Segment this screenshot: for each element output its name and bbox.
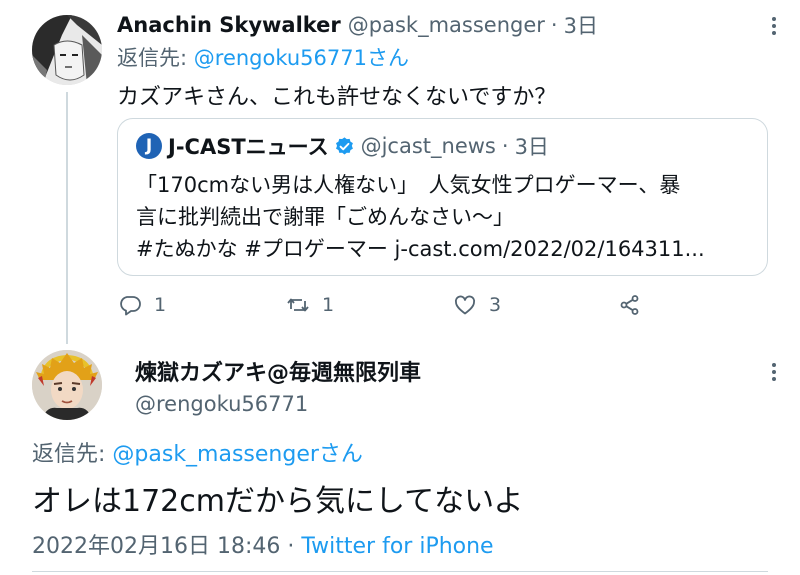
reply-icon xyxy=(120,296,141,316)
tweet-text: カズアキさん、これも許せなくないですか？ xyxy=(117,85,557,110)
like-count: 3 xyxy=(489,294,502,316)
replying-to-link[interactable]: @rengoku56771さん xyxy=(194,46,409,70)
replying-to: 返信先: @pask_massengerさん xyxy=(32,436,363,468)
author-name[interactable]: Anachin Skywalker xyxy=(117,13,341,37)
tweet-time[interactable]: 3日 xyxy=(564,10,598,40)
quote-tweet-card[interactable]: J J-CASTニュース @jcast_news · 3日 「170cmない男は… xyxy=(117,118,768,276)
quote-text-line: 「170cmない男は人権ない」 人気女性プロゲーマー、暴 xyxy=(136,173,681,197)
quote-header: J J-CASTニュース @jcast_news · 3日 xyxy=(136,131,549,161)
client-link[interactable]: Twitter for iPhone xyxy=(301,534,493,559)
author-handle[interactable]: @rengoku56771 xyxy=(135,392,308,416)
share-button[interactable] xyxy=(618,290,654,320)
replying-to: 返信先: @rengoku56771さん xyxy=(117,42,409,72)
quote-author-handle: @jcast_news xyxy=(360,134,496,158)
separator-dot: · xyxy=(280,534,302,559)
tweet-thread: Anachin Skywalker @pask_massenger · 3日 返… xyxy=(0,0,800,575)
tweet-timestamp[interactable]: 2022年02月16日 18:46 xyxy=(32,534,280,559)
avatar[interactable] xyxy=(32,15,102,85)
retweet-icon xyxy=(287,298,309,312)
quote-author-name: J-CASTニュース xyxy=(168,135,329,159)
heart-icon xyxy=(454,295,476,315)
tweet-text: オレは172cmだから気にしてないよ xyxy=(32,484,524,519)
more-options-icon[interactable] xyxy=(762,14,786,38)
thread-line xyxy=(66,92,68,344)
avatar-image xyxy=(32,350,102,420)
quote-time: 3日 xyxy=(514,135,549,159)
replying-to-link[interactable]: @pask_massengerさん xyxy=(112,442,363,467)
quote-text-line: 言に批判続出で謝罪「ごめんなさい〜」 xyxy=(136,205,514,229)
retweet-button[interactable]: 1 xyxy=(286,290,334,320)
avatar[interactable] xyxy=(32,350,102,420)
tweet-header: Anachin Skywalker @pask_massenger · 3日 xyxy=(117,10,598,40)
share-icon xyxy=(620,295,639,315)
replying-to-label: 返信先: xyxy=(32,442,113,467)
separator-dot: · xyxy=(501,134,509,158)
retweet-count: 1 xyxy=(322,294,335,316)
separator-dot: · xyxy=(550,13,558,37)
avatar-image xyxy=(32,15,102,85)
verified-badge-icon xyxy=(335,136,353,154)
tweet-meta: 2022年02月16日 18:46 · Twitter for iPhone xyxy=(32,528,494,560)
more-options-icon[interactable] xyxy=(762,360,786,384)
divider xyxy=(32,571,768,572)
like-button[interactable]: 3 xyxy=(453,290,501,320)
reply-button[interactable]: 1 xyxy=(118,290,166,320)
tweet-actions: 1 1 3 xyxy=(118,290,658,320)
author-handle[interactable]: @pask_massenger xyxy=(348,13,545,37)
author-name[interactable]: 煉獄カズアキ@毎週無限列車 xyxy=(135,355,421,387)
quote-avatar: J xyxy=(136,133,162,159)
quote-text-line: #たぬかな #プロゲーマー j-cast.com/2022/02/164311.… xyxy=(136,237,705,261)
reply-count: 1 xyxy=(154,294,167,316)
replying-to-label: 返信先: xyxy=(117,46,194,70)
